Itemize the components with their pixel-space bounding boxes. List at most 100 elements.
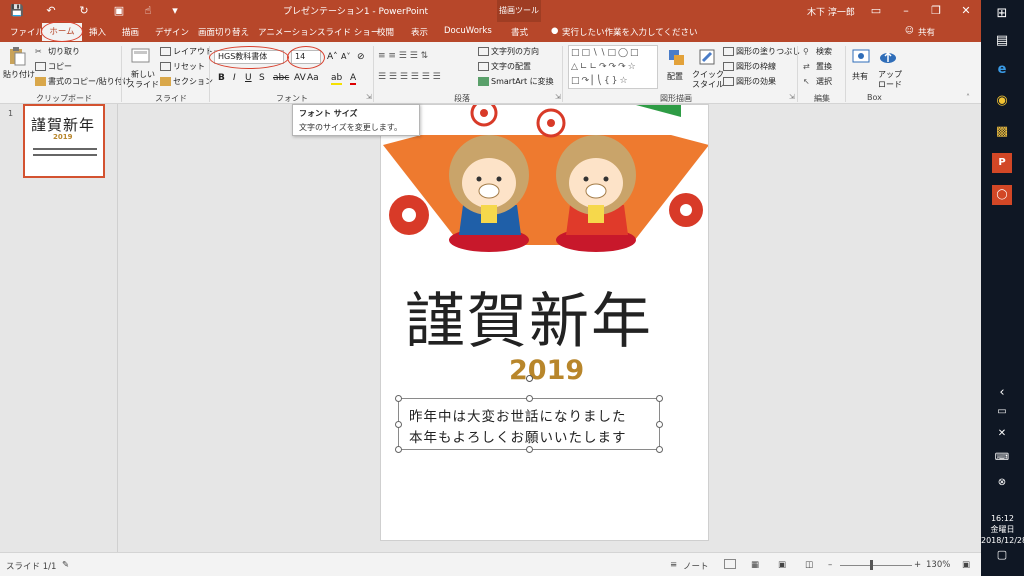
- upload-button[interactable]: アップ ロード: [878, 70, 902, 90]
- upload-icon[interactable]: [878, 47, 898, 67]
- tab-animations[interactable]: アニメーション: [258, 26, 317, 38]
- chevron-left-icon[interactable]: ‹: [992, 383, 1012, 403]
- resize-handle[interactable]: [526, 446, 533, 453]
- font-dialog-launcher-icon[interactable]: ⇲: [366, 93, 372, 101]
- select-button[interactable]: ↖ 選択: [803, 76, 832, 87]
- zoom-in-icon[interactable]: +: [914, 560, 921, 570]
- box-share-icon[interactable]: [851, 47, 871, 67]
- chrome-icon[interactable]: ◉: [992, 91, 1012, 111]
- maximize-icon[interactable]: ❐: [928, 3, 944, 19]
- slide-sorter-icon[interactable]: ▦: [751, 560, 759, 570]
- reset-button[interactable]: リセット: [160, 61, 205, 72]
- spelling-check-icon[interactable]: ✎: [62, 560, 69, 570]
- notes-button[interactable]: ノート: [683, 560, 709, 572]
- powerpoint-icon[interactable]: P: [992, 153, 1012, 173]
- windows-start-icon[interactable]: ⊞: [992, 4, 1012, 24]
- section-button[interactable]: セクション: [160, 76, 213, 87]
- find-button[interactable]: ⚲ 検索: [803, 46, 832, 57]
- edge-icon[interactable]: e: [992, 60, 1012, 80]
- save-icon[interactable]: 💾: [10, 4, 24, 18]
- tab-insert[interactable]: 挿入: [89, 26, 106, 38]
- replace-button[interactable]: ⇄ 置換: [803, 61, 832, 72]
- year-label[interactable]: 2019: [509, 355, 584, 386]
- bullets-icon[interactable]: ≡ ≡ ☰ ☰ ⇅: [378, 51, 428, 61]
- resize-handle[interactable]: [395, 395, 402, 402]
- zoom-out-icon[interactable]: –: [828, 560, 832, 570]
- character-spacing-icon[interactable]: AV: [294, 73, 306, 83]
- highlight-icon[interactable]: ab: [331, 73, 343, 85]
- zoom-slider[interactable]: [840, 565, 912, 566]
- clear-formatting-icon[interactable]: ⊘: [357, 52, 365, 62]
- network-icon[interactable]: ⌨: [992, 448, 1012, 468]
- shape-outline-button[interactable]: 図形の枠線: [723, 61, 776, 72]
- arrange-icon[interactable]: [667, 48, 687, 68]
- new-slide-icon[interactable]: [131, 46, 151, 66]
- shape-effects-button[interactable]: 図形の効果: [723, 76, 776, 87]
- paste-button[interactable]: 貼り付け: [3, 69, 35, 80]
- share-button[interactable]: 共有: [918, 26, 935, 38]
- tab-slideshow[interactable]: スライド ショー: [317, 26, 379, 38]
- paragraph-dialog-launcher-icon[interactable]: ⇲: [555, 93, 561, 101]
- notification-badge-icon[interactable]: ⊗: [992, 473, 1012, 493]
- tell-me-input[interactable]: 実行したい作業を入力してください: [562, 26, 698, 38]
- cut-button[interactable]: ✂ 切り取り: [35, 46, 80, 57]
- italic-icon[interactable]: I: [233, 73, 236, 83]
- slideshow-view-icon[interactable]: ◫: [805, 560, 813, 570]
- resize-handle[interactable]: [656, 446, 663, 453]
- vertical-scrollbar[interactable]: [969, 104, 981, 552]
- shadow-icon[interactable]: S: [259, 73, 265, 83]
- customize-toolbar-icon[interactable]: ▾: [168, 4, 182, 18]
- ribbon-display-options-icon[interactable]: ▭: [868, 3, 884, 19]
- box-share-button[interactable]: 共有: [852, 71, 868, 82]
- tab-view[interactable]: 表示: [411, 26, 428, 38]
- collapse-ribbon-icon[interactable]: ˄: [966, 93, 970, 102]
- resize-handle[interactable]: [656, 421, 663, 428]
- align-icons[interactable]: ☰ ☰ ☰ ☰ ☰ ☰: [378, 72, 441, 82]
- tab-design[interactable]: デザイン: [155, 26, 189, 38]
- text-direction-button[interactable]: 文字列の方向: [478, 46, 539, 57]
- drawing-dialog-launcher-icon[interactable]: ⇲: [789, 93, 795, 101]
- system-clock[interactable]: 16:12 金曜日 2018/12/28: [981, 513, 1024, 546]
- smartart-button[interactable]: SmartArt に変換: [478, 76, 554, 87]
- resize-handle[interactable]: [395, 421, 402, 428]
- heading-kingashinnen[interactable]: 謹賀新年: [405, 273, 653, 360]
- tab-file[interactable]: ファイル: [10, 26, 44, 38]
- tab-review[interactable]: 校閲: [377, 26, 394, 38]
- arrange-button[interactable]: 配置: [667, 71, 683, 82]
- volume-icon[interactable]: ✕: [992, 424, 1012, 444]
- paste-icon[interactable]: [7, 46, 27, 66]
- action-center-icon[interactable]: ▢: [992, 545, 1012, 565]
- format-painter-button[interactable]: 書式のコピー/貼り付け: [35, 76, 131, 87]
- tab-transitions[interactable]: 画面切り替え: [198, 26, 249, 38]
- task-view-icon[interactable]: ▤: [992, 31, 1012, 51]
- minimize-icon[interactable]: –: [898, 3, 914, 19]
- shrink-font-icon[interactable]: A˅: [341, 52, 350, 61]
- strikethrough-icon[interactable]: abc: [273, 73, 289, 83]
- greeting-textbox[interactable]: 昨年中は大変お世話になりました 本年もよろしくお願いいたします: [395, 375, 663, 453]
- touch-mode-icon[interactable]: ☝: [141, 4, 155, 18]
- font-color-icon[interactable]: A: [350, 73, 357, 85]
- resize-handle[interactable]: [526, 395, 533, 402]
- undo-icon[interactable]: ↶: [44, 4, 58, 18]
- presentation-icon[interactable]: ▣: [112, 4, 126, 18]
- app-icon[interactable]: ◯: [992, 185, 1012, 205]
- new-year-illustration[interactable]: [381, 105, 709, 265]
- resize-handle[interactable]: [395, 446, 402, 453]
- tab-format[interactable]: 書式: [511, 26, 528, 38]
- quick-styles-icon[interactable]: [698, 48, 718, 68]
- zoom-level[interactable]: 130%: [926, 560, 950, 570]
- grow-font-icon[interactable]: A˄: [327, 52, 338, 62]
- zoom-slider-thumb[interactable]: [870, 560, 873, 570]
- align-text-button[interactable]: 文字の配置: [478, 61, 531, 72]
- quick-styles-button[interactable]: クイック スタイル: [692, 70, 724, 90]
- tab-draw[interactable]: 描画: [122, 26, 139, 38]
- battery-icon[interactable]: ▭: [992, 402, 1012, 422]
- shapes-gallery[interactable]: □□∖∖□◯□ △∟∟↷↷↷☆ □↷⎜⎝{}☆: [568, 45, 658, 89]
- user-name[interactable]: 木下 淳一郎: [807, 5, 855, 18]
- copy-button[interactable]: コピー: [35, 61, 72, 72]
- new-slide-button[interactable]: 新しい スライド: [127, 70, 159, 90]
- fit-to-window-icon[interactable]: ▣: [962, 560, 970, 570]
- resize-handle[interactable]: [656, 395, 663, 402]
- slide[interactable]: 謹賀新年 2019 昨年中は大変お世話になりました 本年もよろしくお願いいたしま…: [380, 104, 709, 541]
- tab-docuworks[interactable]: DocuWorks: [444, 26, 492, 36]
